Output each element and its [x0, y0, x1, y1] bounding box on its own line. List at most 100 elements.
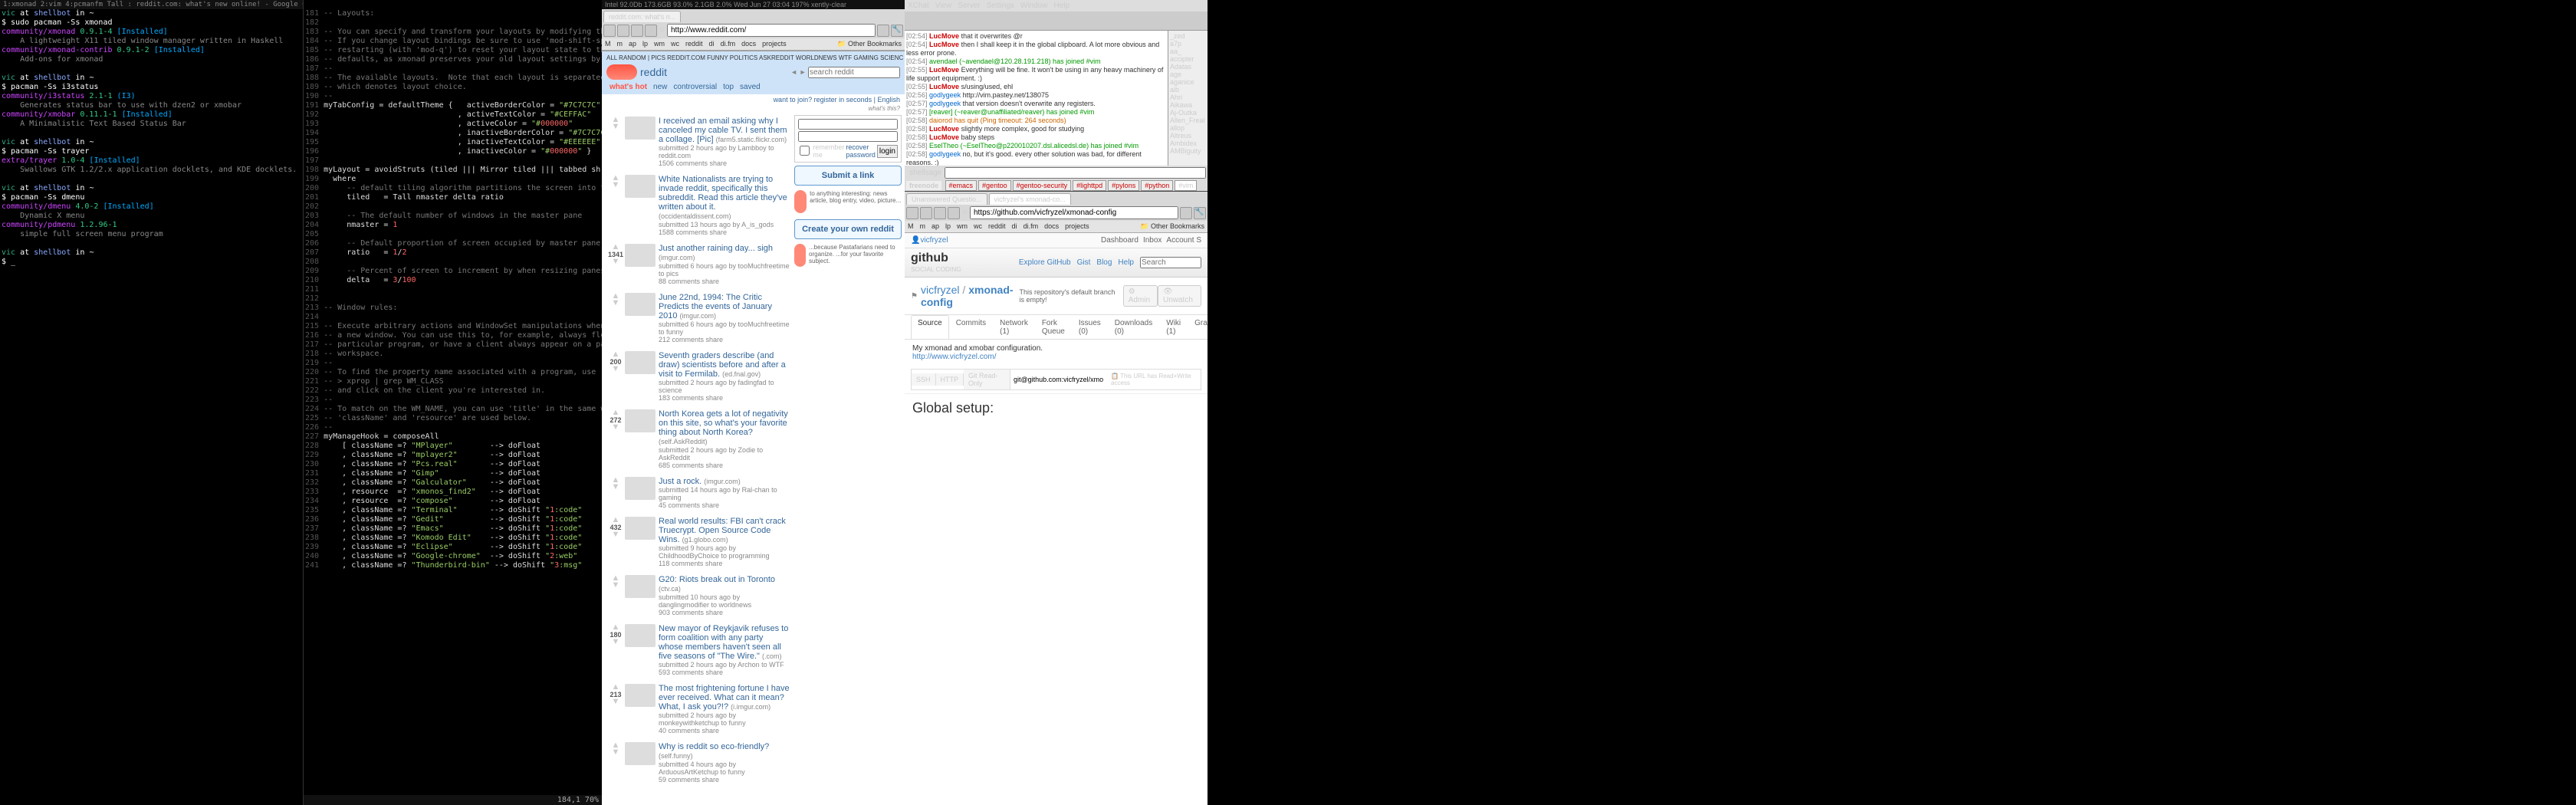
bookmark[interactable]: docs: [1044, 222, 1059, 231]
downvote-icon[interactable]: ▼: [606, 258, 625, 265]
back-button[interactable]: ◄: [603, 25, 616, 37]
menu-item[interactable]: Help: [1053, 2, 1070, 10]
post-title-link[interactable]: Just a rock. (imgur.com): [659, 477, 790, 486]
prev-button[interactable]: ◄: [790, 68, 797, 76]
search-input[interactable]: [1140, 257, 1201, 268]
nav-link[interactable]: Gist: [1077, 258, 1091, 267]
next-button[interactable]: ►: [800, 68, 807, 76]
reddit-tab[interactable]: saved: [740, 83, 761, 91]
user-item[interactable]: allop: [1170, 124, 1206, 132]
post-title-link[interactable]: North Korea gets a lot of negativity on …: [659, 409, 790, 446]
thumbnail[interactable]: [625, 117, 656, 140]
post-comments-link[interactable]: 212 comments share: [659, 336, 790, 343]
reddit-tab[interactable]: new: [653, 83, 667, 91]
downvote-icon[interactable]: ▼: [606, 639, 625, 646]
upvote-icon[interactable]: ▲: [606, 244, 625, 251]
home-button[interactable]: ⌂: [948, 207, 960, 219]
repo-tab[interactable]: Graphs: [1188, 315, 1208, 339]
menu-item[interactable]: View: [935, 2, 952, 10]
thumbnail[interactable]: [625, 244, 656, 267]
user-item[interactable]: a7p: [1170, 40, 1206, 48]
post-title-link[interactable]: G20: Riots break out in Toronto (ctv.ca): [659, 575, 790, 593]
corner-links[interactable]: want to join? register in seconds | Engl…: [602, 94, 905, 105]
post-title-link[interactable]: The most frightening fortune I have ever…: [659, 684, 790, 711]
user-item[interactable]: Aikawa: [1170, 101, 1206, 109]
user-item[interactable]: age: [1170, 71, 1206, 78]
post-comments-link[interactable]: 183 comments share: [659, 394, 790, 402]
user-item[interactable]: Ahri: [1170, 94, 1206, 101]
bookmark[interactable]: wm: [654, 40, 665, 48]
user-item[interactable]: AMBiguity: [1170, 147, 1206, 155]
submit-link-button[interactable]: Submit a link: [794, 166, 902, 186]
user-item[interactable]: Ambidex: [1170, 140, 1206, 147]
thumbnail[interactable]: [625, 742, 656, 765]
user-item[interactable]: aganice: [1170, 78, 1206, 86]
clone-protocol-tab[interactable]: HTTP: [936, 373, 964, 386]
post-comments-link[interactable]: 685 comments share: [659, 462, 790, 469]
recover-link[interactable]: recover password: [846, 143, 876, 159]
menu-item[interactable]: Settings: [987, 2, 1014, 10]
bookmark[interactable]: ap: [629, 40, 636, 48]
nav-link[interactable]: Blog: [1096, 258, 1112, 267]
downvote-icon[interactable]: ▼: [606, 123, 625, 130]
repo-tab[interactable]: Commits: [949, 315, 993, 339]
post-comments-link[interactable]: 40 comments share: [659, 727, 790, 734]
post-comments-link[interactable]: 88 comments share: [659, 278, 790, 285]
browser-tab[interactable]: vicfryzel's xmonad-co...: [989, 193, 1071, 205]
upvote-icon[interactable]: ▲: [606, 351, 625, 358]
search-input[interactable]: [808, 67, 900, 78]
bookmark[interactable]: projects: [1065, 222, 1089, 231]
nav-link[interactable]: Help: [1118, 258, 1134, 267]
bookmark[interactable]: lp: [642, 40, 648, 48]
bookmark[interactable]: reddit: [988, 222, 1006, 231]
bookmark[interactable]: projects: [762, 40, 787, 48]
nav-link[interactable]: Explore GitHub: [1019, 258, 1071, 267]
repo-tab[interactable]: Source: [911, 315, 949, 339]
thumbnail[interactable]: [625, 175, 656, 198]
bookmark[interactable]: di.fm: [721, 40, 736, 48]
browser-tab[interactable]: Unanswered Questio...: [906, 193, 987, 205]
post-comments-link[interactable]: 59 comments share: [659, 776, 790, 784]
bookmark[interactable]: wc: [671, 40, 679, 48]
post-title-link[interactable]: Just another raining day... sigh (imgur.…: [659, 244, 790, 262]
downvote-icon[interactable]: ▼: [606, 182, 625, 189]
username-field[interactable]: [798, 119, 898, 130]
downvote-icon[interactable]: ▼: [606, 366, 625, 373]
upvote-icon[interactable]: ▲: [606, 517, 625, 524]
forward-button[interactable]: ►: [617, 25, 629, 37]
post-title-link[interactable]: I received an email asking why I cancele…: [659, 117, 790, 144]
upvote-icon[interactable]: ▲: [606, 684, 625, 691]
clone-protocol-tab[interactable]: SSH: [912, 373, 936, 386]
repo-tab[interactable]: Issues (0): [1072, 315, 1108, 339]
bookmark[interactable]: wm: [957, 222, 968, 231]
remember-checkbox[interactable]: [798, 146, 811, 156]
repo-tab[interactable]: Network (1): [993, 315, 1035, 339]
subreddit-bar[interactable]: ALL RANDOM | PICS REDDIT.COM FUNNY POLIT…: [603, 53, 903, 63]
user-link[interactable]: vicfryzel: [920, 236, 948, 245]
post-title-link[interactable]: Real world results: FBI can't crack True…: [659, 517, 790, 544]
user-item[interactable]: aib: [1170, 86, 1206, 94]
home-button[interactable]: ⌂: [645, 25, 657, 37]
menu-button[interactable]: 🔧: [891, 25, 903, 37]
downvote-icon[interactable]: ▼: [606, 698, 625, 705]
bookmark[interactable]: di.fm: [1024, 222, 1039, 231]
downvote-icon[interactable]: ▼: [606, 582, 625, 589]
other-bookmarks[interactable]: 📁 Other Bookmarks: [1140, 222, 1204, 231]
reddit-tab[interactable]: controversial: [673, 83, 717, 91]
menu-item[interactable]: Window: [1020, 2, 1048, 10]
bookmark[interactable]: docs: [741, 40, 756, 48]
repo-owner-link[interactable]: vicfryzel: [921, 284, 960, 296]
bookmark[interactable]: di: [709, 40, 715, 48]
back-button[interactable]: ◄: [906, 207, 918, 219]
user-item[interactable]: Allen_Freal: [1170, 117, 1206, 124]
user-nav-link[interactable]: Inbox: [1143, 236, 1162, 245]
thumbnail[interactable]: [625, 624, 656, 647]
repo-tab[interactable]: Wiki (1): [1159, 315, 1188, 339]
whats-this-link[interactable]: what's this?: [602, 105, 905, 112]
upvote-icon[interactable]: ▲: [606, 624, 625, 631]
downvote-icon[interactable]: ▼: [606, 300, 625, 307]
unwatch-button[interactable]: 👁 Unwatch: [1158, 285, 1201, 307]
thumbnail[interactable]: [625, 293, 656, 316]
repo-tab[interactable]: Downloads (0): [1108, 315, 1159, 339]
clone-protocol-tab[interactable]: Git Read-Only: [964, 370, 1010, 389]
